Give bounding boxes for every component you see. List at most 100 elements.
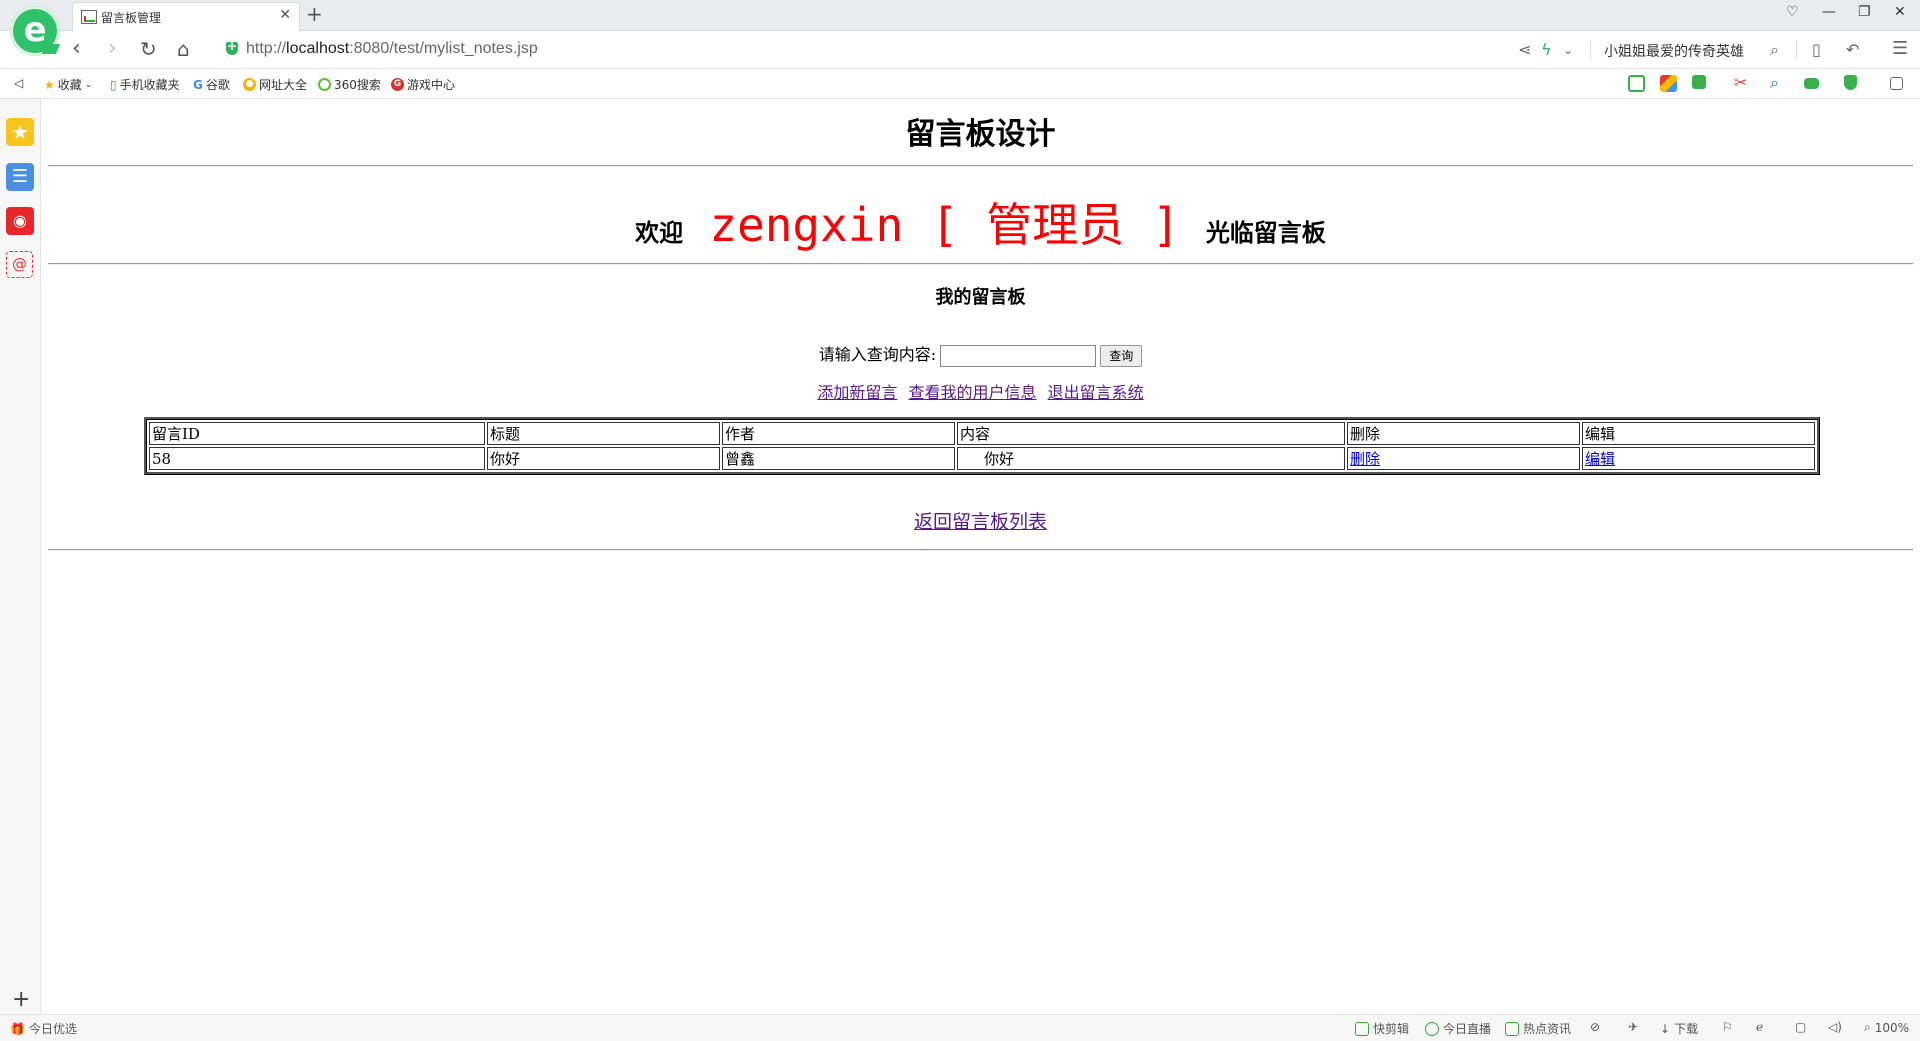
favorites-star-icon[interactable]: ★ <box>6 118 34 146</box>
exit-system-link[interactable]: 退出留言系统 <box>1048 383 1144 402</box>
back-to-list-link[interactable]: 返回留言板列表 <box>914 511 1047 533</box>
new-tab-icon[interactable]: + <box>306 2 323 26</box>
dropdown-icon[interactable]: ⌄ <box>1563 43 1573 57</box>
status-tool-1-icon[interactable]: ⊘ <box>1590 1020 1600 1034</box>
security-guard-icon[interactable] <box>1844 75 1857 90</box>
skin-icon[interactable]: ♡ <box>1786 4 1799 20</box>
hao-icon: ● <box>243 78 256 91</box>
welcome-username: zengxin [ 管理员 ] <box>709 198 1180 252</box>
translate-icon[interactable] <box>1692 75 1706 89</box>
welcome-banner: 欢迎 zengxin [ 管理员 ] 光临留言板 <box>41 189 1920 255</box>
bookmark-google[interactable]: G 谷歌 <box>193 76 230 93</box>
sidebar-add-icon[interactable]: + <box>12 987 30 1012</box>
bookmark-hao[interactable]: ● 网址大全 <box>243 76 307 93</box>
flag-icon[interactable]: ⚐ <box>1722 1020 1733 1034</box>
tab-close-icon[interactable]: ✕ <box>279 7 291 23</box>
welcome-prefix: 欢迎 <box>635 218 684 247</box>
delete-link[interactable]: 删除 <box>1350 450 1380 468</box>
clip-icon <box>1355 1021 1369 1036</box>
query-button[interactable]: 查询 <box>1100 344 1143 367</box>
tab-active[interactable]: 留言板管理 ✕ <box>72 2 300 31</box>
close-window-icon[interactable]: ✕ <box>1894 4 1906 20</box>
search-360-icon <box>318 78 331 91</box>
star-icon: ★ <box>44 77 55 92</box>
section-heading: 我的留言板 <box>935 287 1026 308</box>
download[interactable]: ↓ 下载 <box>1660 1020 1698 1037</box>
screenshot-scissors-icon[interactable]: ✂ <box>1734 73 1751 92</box>
header-id: 留言ID <box>149 422 485 445</box>
today-live[interactable]: 今日直播 <box>1425 1020 1491 1037</box>
page-favicon-icon <box>81 10 97 24</box>
reload-icon[interactable]: ↻ <box>140 37 157 61</box>
back-link-container: 返回留言板列表 <box>41 507 1920 534</box>
browser-logo-icon[interactable]: e <box>10 6 60 56</box>
header-content: 内容 <box>957 422 1345 445</box>
action-links: 添加新留言 查看我的用户信息 退出留言系统 <box>41 379 1920 403</box>
page-content: 留言板设计 欢迎 zengxin [ 管理员 ] 光临留言板 我的留言板 请输入… <box>41 99 1920 1014</box>
cell-author: 曾鑫 <box>722 447 955 470</box>
weibo-icon[interactable]: ◉ <box>6 207 34 235</box>
reading-mode-icon[interactable]: ▯ <box>1812 40 1821 59</box>
cell-delete: 删除 <box>1347 447 1580 470</box>
game-icon: G <box>391 78 404 91</box>
header-edit: 编辑 <box>1582 422 1815 445</box>
tab-bar: e 留言板管理 ✕ + ♡ — ❐ ✕ <box>0 0 1920 56</box>
read-book-icon[interactable] <box>1628 75 1645 92</box>
back-icon[interactable]: ‹ <box>72 37 81 61</box>
table-row: 58 你好 曾鑫 你好 删除 编辑 <box>149 447 1815 470</box>
edit-link[interactable]: 编辑 <box>1585 450 1615 468</box>
window-icon[interactable]: ▢ <box>1795 1020 1806 1034</box>
cell-title: 你好 <box>487 447 720 470</box>
sound-icon[interactable]: ◁) <box>1828 1020 1842 1034</box>
navigation-bar: ‹ › ↻ ⌂ http://localhost:8080/test/mylis… <box>0 31 1920 69</box>
page-title: 留言板设计 <box>905 117 1056 152</box>
cell-content: 你好 <box>957 447 1345 470</box>
forward-icon[interactable]: › <box>108 37 117 61</box>
address-bar[interactable]: http://localhost:8080/test/mylist_notes.… <box>246 40 538 58</box>
quick-clip[interactable]: 快剪辑 <box>1355 1020 1409 1037</box>
undo-close-icon[interactable]: ↶ <box>1846 40 1859 59</box>
cell-id: 58 <box>149 447 485 470</box>
my-user-info-link[interactable]: 查看我的用户信息 <box>908 383 1036 402</box>
welcome-suffix: 光临留言板 <box>1205 218 1326 247</box>
speed-mode-icon[interactable]: ϟ <box>1541 40 1552 59</box>
reading-list-icon[interactable]: ☰ <box>6 163 34 191</box>
bookmark-game-center[interactable]: G 游戏中心 <box>391 76 455 93</box>
query-form: 请输入查询内容: 查询 <box>41 341 1920 367</box>
zoom-control[interactable]: ⌕ 100% <box>1864 1020 1909 1035</box>
status-bar: 🎁 今日优选 快剪辑 今日直播 热点资讯 ⊘ ✈ ↓ 下载 ⚐ ℯ ▢ ◁) ⌕ 10… <box>0 1014 1920 1041</box>
search-icon[interactable]: ⌕ <box>1770 40 1779 60</box>
gamepad-icon[interactable] <box>1804 78 1819 89</box>
url-host: localhost <box>286 40 350 57</box>
minimize-icon[interactable]: — <box>1822 4 1836 20</box>
header-delete: 删除 <box>1347 422 1580 445</box>
app-store-icon[interactable] <box>1660 75 1677 92</box>
security-shield-icon[interactable] <box>226 39 238 55</box>
bookmark-favorites[interactable]: ★ 收藏 ⌄ <box>44 76 92 93</box>
header-author: 作者 <box>722 422 955 445</box>
today-picks[interactable]: 🎁 今日优选 <box>10 1020 77 1037</box>
pin-icon[interactable]: ✈ <box>1628 1020 1638 1034</box>
table-header-row: 留言ID 标题 作者 内容 删除 编辑 <box>149 422 1815 445</box>
menu-icon[interactable]: ☰ <box>1892 38 1908 59</box>
query-input[interactable] <box>940 344 1097 367</box>
gift-icon: 🎁 <box>10 1021 25 1036</box>
share-icon[interactable]: ⋖ <box>1518 40 1531 59</box>
google-icon: G <box>193 77 203 92</box>
cell-edit: 编辑 <box>1582 447 1815 470</box>
download-icon: ↓ <box>1660 1021 1671 1036</box>
search-suggestion[interactable]: 小姐姐最爱的传奇英雄 <box>1604 41 1744 61</box>
restore-icon[interactable]: ❐ <box>1858 4 1871 20</box>
ie-compat-icon[interactable]: ℯ <box>1756 1020 1763 1034</box>
email-at-icon[interactable]: @ <box>6 251 33 278</box>
add-note-link[interactable]: 添加新留言 <box>817 383 897 402</box>
magnifier-icon[interactable]: ⌕ <box>1770 73 1787 92</box>
sidebar-toggle-icon[interactable]: ◁ <box>14 76 23 90</box>
bookmark-mobile[interactable]: ▯ 手机收藏夹 <box>110 76 180 93</box>
divider <box>48 165 1913 167</box>
home-icon[interactable]: ⌂ <box>177 37 190 61</box>
bookmark-360-search[interactable]: 360搜索 <box>318 76 381 93</box>
tab-title: 留言板管理 <box>101 11 162 25</box>
extensions-grid-icon[interactable] <box>1890 77 1903 90</box>
hot-news[interactable]: 热点资讯 <box>1505 1020 1571 1037</box>
